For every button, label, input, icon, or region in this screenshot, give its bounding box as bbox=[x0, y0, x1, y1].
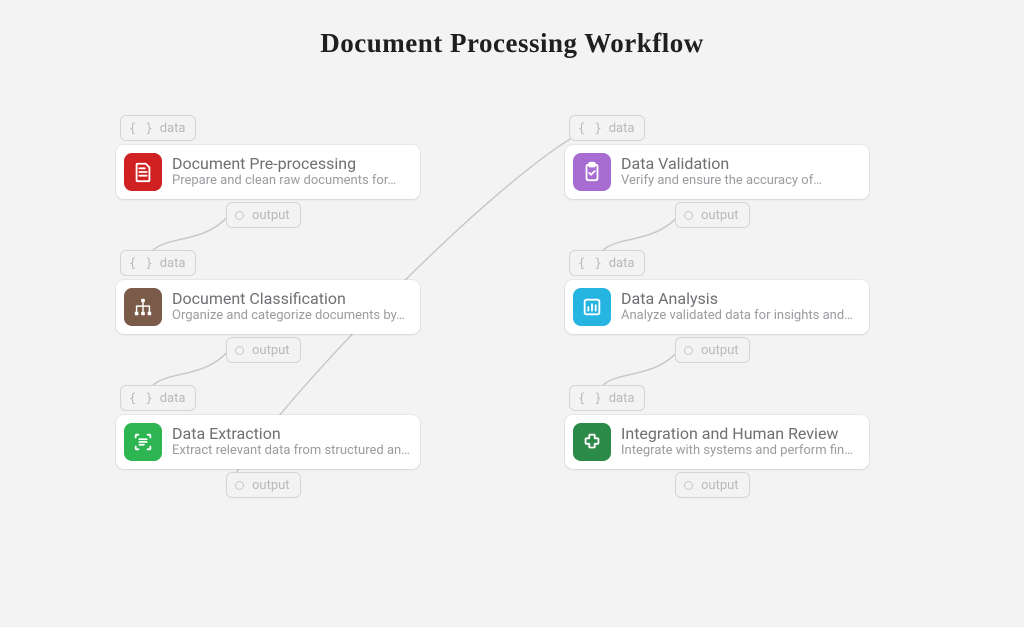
hierarchy-icon bbox=[124, 288, 162, 326]
port-icon bbox=[235, 481, 244, 490]
clipboard-check-icon bbox=[573, 153, 611, 191]
data-pill: { } data bbox=[120, 115, 196, 141]
node-title: Data Analysis bbox=[621, 289, 859, 308]
output-pill: output bbox=[675, 337, 750, 363]
data-pill: { } data bbox=[569, 385, 645, 411]
output-pill: output bbox=[226, 472, 301, 498]
node-desc: Extract relevant data from structured an… bbox=[172, 443, 410, 460]
pill-label: data bbox=[609, 121, 635, 136]
port-icon bbox=[235, 211, 244, 220]
node-data-validation[interactable]: Data Validation Verify and ensure the ac… bbox=[565, 145, 869, 199]
braces-icon: { } bbox=[129, 391, 154, 405]
pill-label: data bbox=[609, 256, 635, 271]
node-title: Document Classification bbox=[172, 289, 410, 308]
node-title: Integration and Human Review bbox=[621, 424, 859, 443]
pill-label: output bbox=[701, 208, 739, 223]
node-document-classification[interactable]: Document Classification Organize and cat… bbox=[116, 280, 420, 334]
output-pill: output bbox=[675, 202, 750, 228]
node-title: Data Validation bbox=[621, 154, 859, 173]
node-desc: Organize and categorize documents by… bbox=[172, 308, 410, 325]
port-icon bbox=[684, 346, 693, 355]
page-title: Document Processing Workflow bbox=[0, 28, 1024, 59]
scan-icon bbox=[124, 423, 162, 461]
braces-icon: { } bbox=[578, 391, 603, 405]
pill-label: data bbox=[160, 391, 186, 406]
node-integration-and-human-review[interactable]: Integration and Human Review Integrate w… bbox=[565, 415, 869, 469]
node-title: Data Extraction bbox=[172, 424, 410, 443]
data-pill: { } data bbox=[569, 250, 645, 276]
data-pill: { } data bbox=[569, 115, 645, 141]
braces-icon: { } bbox=[578, 256, 603, 270]
braces-icon: { } bbox=[578, 121, 603, 135]
node-desc: Verify and ensure the accuracy of… bbox=[621, 173, 859, 190]
chart-icon bbox=[573, 288, 611, 326]
braces-icon: { } bbox=[129, 121, 154, 135]
output-pill: output bbox=[675, 472, 750, 498]
output-pill: output bbox=[226, 202, 301, 228]
node-desc: Prepare and clean raw documents for… bbox=[172, 173, 410, 190]
pill-label: output bbox=[252, 343, 290, 358]
node-desc: Integrate with systems and perform fina… bbox=[621, 443, 859, 460]
pill-label: data bbox=[160, 121, 186, 136]
data-pill: { } data bbox=[120, 385, 196, 411]
output-pill: output bbox=[226, 337, 301, 363]
pill-label: data bbox=[609, 391, 635, 406]
pill-label: output bbox=[252, 478, 290, 493]
node-data-analysis[interactable]: Data Analysis Analyze validated data for… bbox=[565, 280, 869, 334]
pill-label: output bbox=[701, 478, 739, 493]
pill-label: output bbox=[252, 208, 290, 223]
port-icon bbox=[684, 211, 693, 220]
node-document-pre-processing[interactable]: Document Pre-processing Prepare and clea… bbox=[116, 145, 420, 199]
pill-label: data bbox=[160, 256, 186, 271]
port-icon bbox=[684, 481, 693, 490]
pill-label: output bbox=[701, 343, 739, 358]
puzzle-icon bbox=[573, 423, 611, 461]
braces-icon: { } bbox=[129, 256, 154, 270]
port-icon bbox=[235, 346, 244, 355]
document-icon bbox=[124, 153, 162, 191]
node-desc: Analyze validated data for insights and… bbox=[621, 308, 859, 325]
data-pill: { } data bbox=[120, 250, 196, 276]
node-data-extraction[interactable]: Data Extraction Extract relevant data fr… bbox=[116, 415, 420, 469]
node-title: Document Pre-processing bbox=[172, 154, 410, 173]
